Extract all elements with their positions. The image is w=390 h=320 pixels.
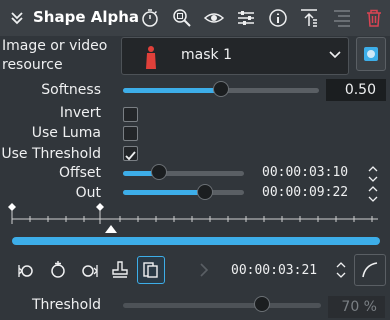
threshold-slider[interactable] [123, 303, 321, 308]
keyframe-timeline-bar[interactable] [12, 237, 380, 245]
offset-timecode[interactable]: 00:00:03:10 [262, 165, 348, 180]
chevron-right-icon [199, 262, 209, 278]
mask-thumbnail-icon [145, 45, 157, 69]
keyframe-marker[interactable] [8, 203, 16, 211]
trash-icon[interactable] [363, 7, 385, 29]
keyframe-position-timecode[interactable]: 00:00:03:21 [231, 263, 317, 278]
stamp-icon[interactable] [106, 256, 134, 284]
copy-keyframe-icon[interactable] [137, 256, 165, 284]
position-spinner[interactable] [336, 260, 346, 278]
out-timecode[interactable]: 00:00:09:22 [262, 185, 348, 200]
keyframe-marker[interactable] [96, 203, 104, 211]
offset-slider-handle[interactable] [151, 164, 167, 180]
resource-selected-value: mask 1 [181, 47, 232, 63]
out-slider-handle[interactable] [197, 184, 213, 200]
stopwatch-icon[interactable] [139, 7, 161, 29]
align-icon [331, 7, 353, 29]
use-threshold-label: Use Threshold [1, 146, 101, 162]
checkmark-icon [125, 151, 136, 161]
use-threshold-checkbox[interactable] [123, 146, 138, 161]
next-keyframe-icon[interactable] [76, 256, 104, 284]
sliders-icon[interactable] [235, 7, 257, 29]
use-luma-label: Use Luma [31, 125, 101, 141]
out-label: Out [75, 185, 101, 201]
add-keyframe-icon[interactable] [44, 256, 72, 284]
threshold-value[interactable]: 70 % [328, 296, 385, 318]
softness-slider-fill [123, 88, 221, 93]
threshold-label: Threshold [32, 297, 101, 313]
playhead-marker[interactable] [105, 225, 117, 233]
out-slider-fill [123, 190, 205, 195]
zoom-icon[interactable] [171, 7, 193, 29]
image-icon [362, 45, 380, 63]
softness-slider-handle[interactable] [213, 81, 229, 97]
chevron-down-icon[interactable] [9, 10, 25, 26]
sort-icon[interactable] [298, 7, 320, 29]
chevron-down-icon[interactable] [328, 50, 342, 60]
softness-value[interactable]: 0.50 [326, 79, 386, 101]
invert-checkbox[interactable] [123, 107, 138, 122]
threshold-slider-handle[interactable] [253, 296, 270, 312]
use-luma-checkbox[interactable] [123, 126, 138, 141]
keyframe-ruler[interactable] [0, 200, 390, 236]
effect-title: Shape Alpha [33, 8, 140, 26]
offset-label: Offset [58, 165, 101, 181]
info-icon[interactable] [267, 7, 289, 29]
offset-spinner[interactable] [368, 164, 378, 182]
eye-icon[interactable] [203, 7, 225, 29]
softness-label: Softness [41, 82, 101, 98]
interpolation-curve-button[interactable] [354, 254, 386, 286]
invert-label: Invert [59, 105, 101, 121]
previous-keyframe-icon[interactable] [12, 256, 40, 284]
curve-icon [362, 262, 378, 278]
resource-label: Image or video resource [2, 38, 108, 73]
